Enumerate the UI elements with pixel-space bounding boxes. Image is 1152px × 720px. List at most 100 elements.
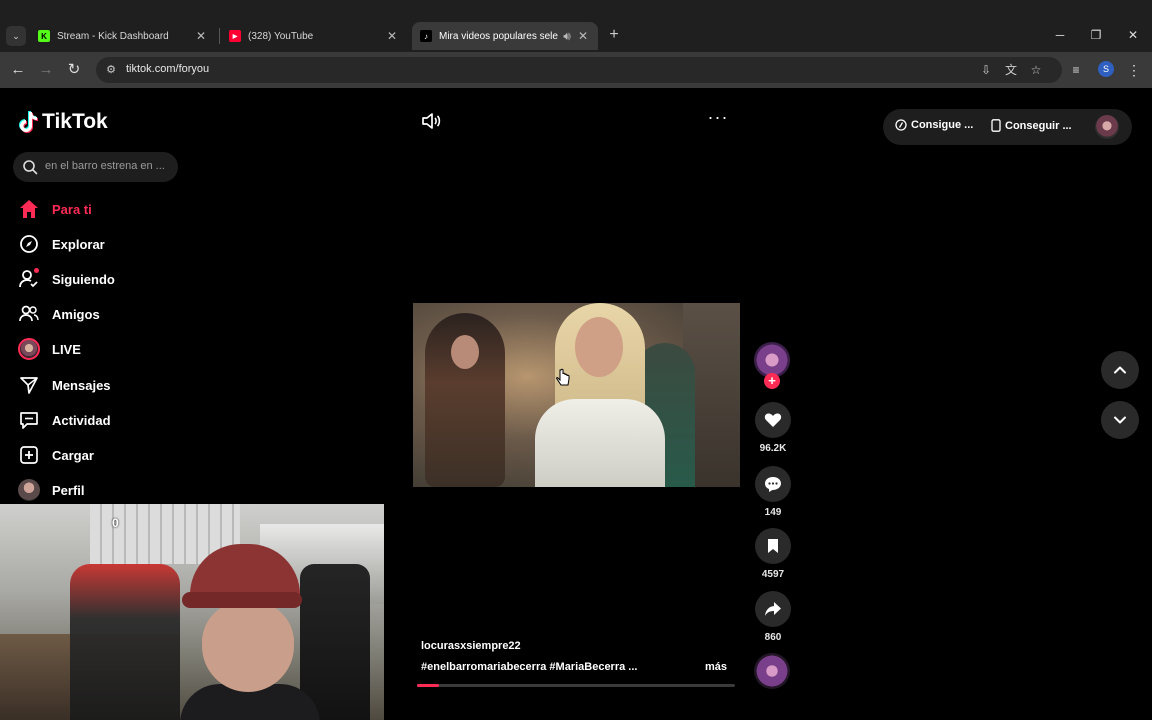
tab-youtube[interactable]: ▶ (328) YouTube ✕ — [221, 22, 407, 50]
tab-kick-dashboard[interactable]: K Stream - Kick Dashboard ✕ — [30, 22, 216, 50]
volume-button[interactable] — [420, 110, 442, 132]
nav-label: Actividad — [52, 412, 111, 428]
tab-title: (328) YouTube — [248, 30, 314, 42]
follow-button[interactable]: + — [764, 373, 780, 389]
youtube-favicon-icon: ▶ — [229, 30, 241, 42]
new-tab-button[interactable]: + — [604, 26, 624, 46]
live-avatar-icon — [18, 338, 40, 360]
nav-item-actividad[interactable]: Actividad — [18, 407, 111, 433]
top-right-actions: Consigue ... Conseguir ... — [883, 109, 1132, 145]
bookmark-star-icon[interactable]: ☆ — [1028, 62, 1044, 78]
following-icon — [18, 268, 40, 290]
media-controls-icon[interactable]: ≡ — [1064, 58, 1088, 82]
nav-label: Cargar — [52, 447, 94, 463]
more-options-button[interactable]: ··· — [706, 108, 730, 132]
tab-title: Mira videos populares seleccionados para… — [439, 30, 558, 42]
webcam-counter: 0 — [112, 516, 119, 530]
next-video-button[interactable] — [1101, 401, 1139, 439]
nav-item-perfil[interactable]: Perfil — [18, 477, 85, 503]
translate-icon[interactable]: 文 — [1003, 62, 1019, 78]
webcam-overlay: 0 — [0, 504, 384, 720]
search-input[interactable]: en el barro estrena en ... — [13, 152, 178, 182]
messages-icon — [18, 374, 40, 396]
save-action[interactable]: 4597 — [754, 528, 792, 580]
forward-button[interactable]: → — [34, 58, 58, 82]
browser-menu-icon[interactable]: ⋮ — [1126, 59, 1142, 81]
comment-icon[interactable] — [755, 466, 791, 502]
nav-item-amigos[interactable]: Amigos — [18, 301, 100, 327]
tab-close-icon[interactable]: ✕ — [576, 29, 590, 43]
heart-icon[interactable] — [755, 402, 791, 438]
user-avatar[interactable] — [1095, 115, 1119, 139]
close-window-button[interactable]: ✕ — [1121, 24, 1145, 46]
install-app-icon[interactable]: ⇩ — [978, 62, 994, 78]
nav-label: LIVE — [52, 341, 81, 357]
kick-favicon-icon: K — [38, 30, 50, 42]
nav-item-explorar[interactable]: Explorar — [18, 231, 105, 257]
share-count: 860 — [764, 632, 782, 643]
home-icon — [18, 198, 40, 220]
comment-action[interactable]: 149 — [754, 466, 792, 518]
tiktok-logo[interactable]: TikTok — [18, 110, 108, 134]
speaker-icon — [422, 113, 441, 129]
search-icon — [23, 160, 38, 175]
minimize-button[interactable]: ─ — [1048, 24, 1072, 46]
profile-avatar[interactable]: S — [1098, 61, 1114, 77]
like-action[interactable]: 96.2K — [754, 402, 792, 454]
share-icon[interactable] — [755, 591, 791, 627]
site-settings-icon[interactable]: ⚙ — [104, 63, 118, 77]
comment-count: 149 — [764, 507, 782, 518]
get-app-label: Conseguir ... — [1005, 119, 1072, 132]
url-text[interactable]: tiktok.com/foryou — [126, 63, 209, 75]
share-action[interactable]: 860 — [754, 591, 792, 643]
browser-toolbar: ← → ↻ ⚙ tiktok.com/foryou ⇩ 文 ☆ ≡ S ⋮ — [0, 52, 1152, 88]
caption-more-link[interactable]: más — [705, 661, 727, 673]
restore-button[interactable]: ❐ — [1084, 24, 1108, 46]
video-author[interactable]: locurasxsiempre22 — [421, 640, 521, 652]
nav-item-live[interactable]: LIVE — [18, 336, 81, 362]
video-progress-fill — [417, 684, 440, 687]
nav-label: Amigos — [52, 306, 100, 322]
profile-avatar-icon — [18, 479, 40, 501]
get-app-button[interactable]: Conseguir ... — [991, 119, 1072, 132]
tiktok-page: TikTok en el barro estrena en ... Para t… — [0, 88, 1152, 720]
tab-tiktok[interactable]: ♪ Mira videos populares seleccionados pa… — [412, 22, 598, 50]
nav-item-siguiendo[interactable]: Siguiendo — [18, 266, 115, 292]
compass-icon — [18, 233, 40, 255]
coin-icon — [895, 119, 907, 131]
nav-label: Para ti — [52, 201, 92, 217]
nav-label: Explorar — [52, 236, 105, 252]
chevron-up-icon — [1114, 366, 1126, 374]
get-coins-label: Consigue ... — [911, 119, 974, 131]
tab-search-dropdown-button[interactable]: ⌄ — [6, 26, 26, 46]
previous-video-button[interactable] — [1101, 351, 1139, 389]
bookmark-icon[interactable] — [755, 528, 791, 564]
tiktok-note-icon — [19, 111, 38, 133]
upload-icon — [18, 444, 40, 466]
video-hashtags[interactable]: #enelbarromariabecerra #MariaBecerra ... — [421, 661, 637, 673]
phone-icon — [991, 119, 1001, 132]
get-coins-button[interactable]: Consigue ... — [895, 119, 973, 131]
nav-label: Siguiendo — [52, 271, 115, 287]
nav-item-para-ti[interactable]: Para ti — [18, 196, 92, 222]
nav-item-cargar[interactable]: Cargar — [18, 442, 94, 468]
friends-icon — [18, 303, 40, 325]
browser-tab-bar: ⌄ K Stream - Kick Dashboard ✕ ▶ (328) Yo… — [0, 0, 1152, 52]
tab-audio-icon[interactable]: 🔊︎ — [558, 29, 576, 44]
hand-cursor-icon — [556, 368, 570, 386]
save-count: 4597 — [761, 569, 785, 580]
notification-dot — [34, 268, 39, 273]
nav-item-mensajes[interactable]: Mensajes — [18, 372, 111, 398]
tab-title: Stream - Kick Dashboard — [57, 30, 169, 42]
video-player[interactable] — [413, 303, 740, 487]
address-bar[interactable]: ⚙ tiktok.com/foryou ⇩ 文 ☆ — [96, 57, 1062, 83]
music-disc-icon[interactable] — [754, 653, 790, 689]
tab-close-icon[interactable]: ✕ — [385, 29, 399, 43]
tab-close-icon[interactable]: ✕ — [194, 29, 208, 43]
back-button[interactable]: ← — [6, 58, 30, 82]
search-placeholder: en el barro estrena en ... — [45, 160, 165, 172]
nav-label: Perfil — [52, 482, 85, 498]
activity-icon — [18, 409, 40, 431]
reload-button[interactable]: ↻ — [62, 58, 86, 82]
video-progress-bar[interactable] — [417, 684, 735, 687]
